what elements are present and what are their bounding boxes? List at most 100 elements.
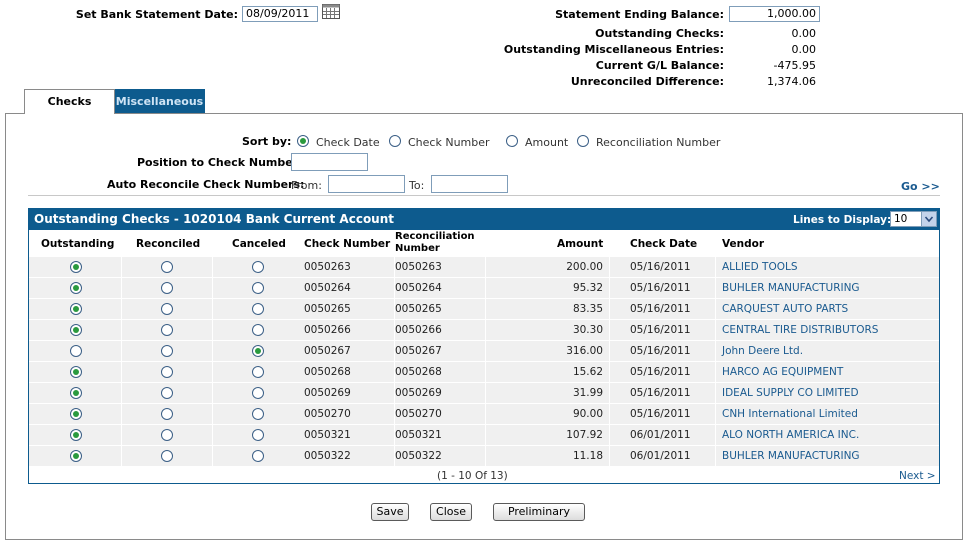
vendor-link[interactable]: BUHLER MANUFACTURING [722, 450, 860, 462]
outstanding-radio[interactable] [70, 408, 82, 420]
canceled-radio[interactable] [252, 282, 264, 294]
vendor-link[interactable]: John Deere Ltd. [722, 345, 803, 357]
column-separator [715, 446, 716, 466]
check-date-cell: 05/16/2011 [630, 345, 691, 357]
outstanding-radio[interactable] [70, 261, 82, 273]
sort-check-date-label: Check Date [316, 136, 380, 149]
column-separator [121, 404, 122, 424]
chevron-down-icon[interactable] [921, 212, 936, 226]
canceled-radio[interactable] [252, 450, 264, 462]
from-label: From: [291, 179, 322, 192]
outstanding-radio[interactable] [70, 366, 82, 378]
recon-number-cell: 0050270 [395, 408, 442, 420]
tab-miscellaneous[interactable]: Miscellaneous [114, 89, 205, 114]
check-number-cell: 0050269 [304, 387, 351, 399]
vendor-link[interactable]: CNH International Limited [722, 408, 858, 420]
sort-check-number-radio[interactable] [389, 135, 401, 147]
sort-check-number-label: Check Number [408, 136, 490, 149]
close-button[interactable]: Close [430, 503, 472, 521]
canceled-radio[interactable] [252, 408, 264, 420]
col-canceled: Canceled [232, 238, 286, 250]
canceled-radio[interactable] [252, 366, 264, 378]
tab-checks[interactable]: Checks [24, 89, 115, 114]
canceled-radio[interactable] [252, 429, 264, 441]
calendar-icon[interactable] [322, 4, 340, 19]
column-separator [121, 446, 122, 466]
lines-select-value: 10 [894, 213, 908, 225]
amount-cell: 316.00 [566, 345, 603, 357]
outstanding-radio[interactable] [70, 387, 82, 399]
position-input[interactable] [291, 153, 368, 171]
reconciled-radio[interactable] [161, 366, 173, 378]
column-separator [212, 404, 213, 424]
reconciled-radio[interactable] [161, 282, 173, 294]
vendor-link[interactable]: ALO NORTH AMERICA INC. [722, 429, 859, 441]
reconciled-radio[interactable] [161, 324, 173, 336]
amount-cell: 15.62 [572, 366, 603, 378]
column-separator [715, 383, 716, 403]
vendor-link[interactable]: BUHLER MANUFACTURING [722, 282, 860, 294]
column-separator [715, 299, 716, 319]
amount-cell: 107.92 [566, 429, 603, 441]
check-date-cell: 05/16/2011 [630, 408, 691, 420]
sort-amount-radio[interactable] [506, 135, 518, 147]
canceled-radio[interactable] [252, 324, 264, 336]
sort-recon-number-radio[interactable] [577, 135, 589, 147]
vendor-link[interactable]: CARQUEST AUTO PARTS [722, 303, 848, 315]
pager-text: (1 - 10 Of 13) [437, 470, 508, 482]
column-separator [212, 320, 213, 340]
reconciled-radio[interactable] [161, 450, 173, 462]
preliminary-button[interactable]: Preliminary [493, 503, 585, 521]
check-number-cell: 0050267 [304, 345, 351, 357]
column-separator [212, 362, 213, 382]
reconciled-radio[interactable] [161, 345, 173, 357]
reconciled-radio[interactable] [161, 429, 173, 441]
column-separator [485, 341, 486, 361]
vendor-link[interactable]: CENTRAL TIRE DISTRIBUTORS [722, 324, 878, 336]
column-separator [609, 278, 610, 298]
vendor-link[interactable]: HARCO AG EQUIPMENT [722, 366, 843, 378]
amount-cell: 90.00 [572, 408, 603, 420]
next-link[interactable]: Next > [899, 470, 936, 482]
canceled-radio[interactable] [252, 261, 264, 273]
ending-balance-input[interactable]: 1,000.00 [729, 6, 820, 22]
go-link[interactable]: Go >> [901, 180, 940, 193]
outstanding-radio[interactable] [70, 282, 82, 294]
sort-check-date-radio[interactable] [297, 135, 309, 147]
canceled-radio[interactable] [252, 387, 264, 399]
column-separator [715, 425, 716, 445]
table-row: 0050269 0050269 31.99 05/16/2011 IDEAL SUPPL… [29, 383, 939, 404]
set-date-input[interactable]: 08/09/2011 [242, 6, 318, 22]
gl-balance-label: Current G/L Balance: [595, 59, 724, 72]
vendor-link[interactable]: ALLIED TOOLS [722, 261, 798, 273]
check-number-cell: 0050265 [304, 303, 351, 315]
amount-cell: 83.35 [572, 303, 603, 315]
save-button[interactable]: Save [371, 503, 409, 521]
recon-number-cell: 0050321 [395, 429, 442, 441]
outstanding-radio[interactable] [70, 345, 82, 357]
column-separator [609, 257, 610, 277]
table-row: 0050263 0050263 200.00 05/16/2011 ALLIED TOO… [29, 257, 939, 278]
lines-select[interactable]: 10 [890, 211, 937, 227]
outstanding-radio[interactable] [70, 429, 82, 441]
canceled-radio[interactable] [252, 303, 264, 315]
from-input[interactable] [328, 175, 405, 193]
outstanding-radio[interactable] [70, 303, 82, 315]
outstanding-radio[interactable] [70, 324, 82, 336]
check-number-cell: 0050263 [304, 261, 351, 273]
outstanding-checks-grid: Outstanding Checks - 1020104 Bank Curren… [28, 208, 940, 484]
amount-cell: 200.00 [566, 261, 603, 273]
col-recon-number: Reconciliation Number [395, 231, 475, 254]
column-separator [609, 341, 610, 361]
reconciled-radio[interactable] [161, 387, 173, 399]
vendor-link[interactable]: IDEAL SUPPLY CO LIMITED [722, 387, 859, 399]
table-row: 0050266 0050266 30.30 05/16/2011 CENTRAL TIR… [29, 320, 939, 341]
reconciled-radio[interactable] [161, 408, 173, 420]
outstanding-radio[interactable] [70, 450, 82, 462]
unreconciled-diff-label: Unreconciled Difference: [570, 75, 724, 88]
reconciled-radio[interactable] [161, 303, 173, 315]
column-separator [212, 341, 213, 361]
to-input[interactable] [431, 175, 508, 193]
reconciled-radio[interactable] [161, 261, 173, 273]
canceled-radio[interactable] [252, 345, 264, 357]
